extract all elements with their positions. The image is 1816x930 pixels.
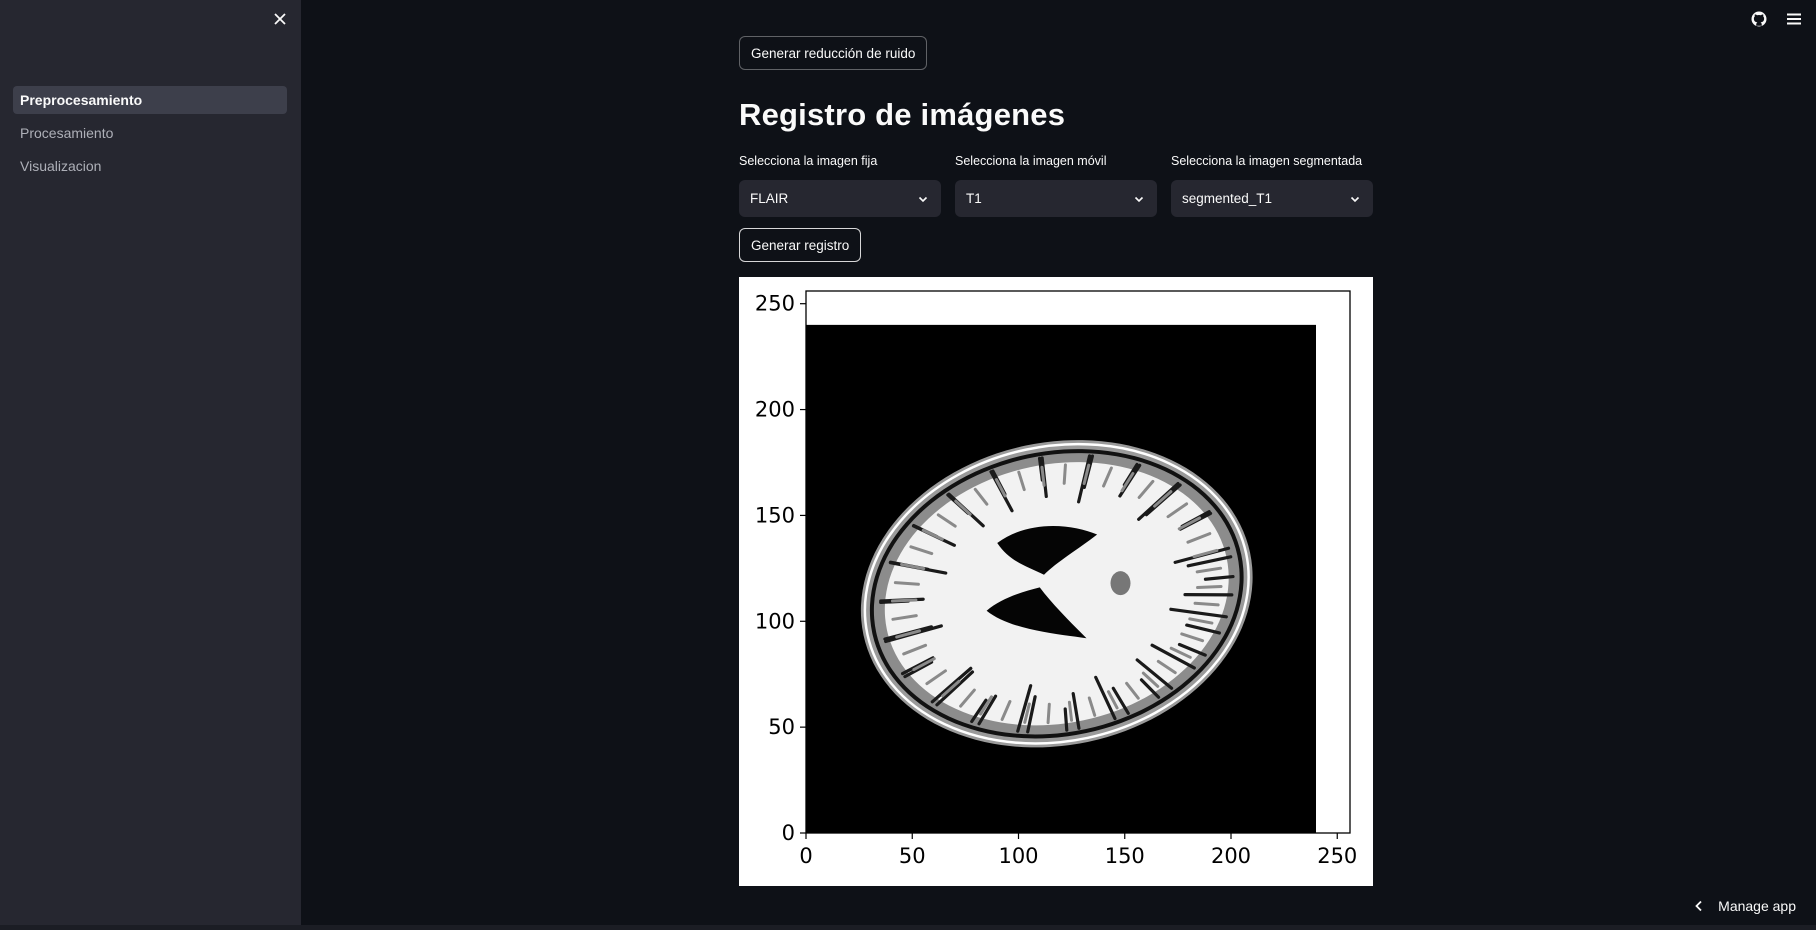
y-tick-label: 200 (755, 398, 795, 422)
y-tick-label: 50 (768, 715, 795, 739)
x-tick-label: 50 (899, 844, 926, 868)
sidebar-item-label: Visualizacion (20, 158, 102, 174)
hamburger-menu-icon[interactable] (1784, 9, 1804, 29)
segmented-image-select-label: Selecciona la imagen segmentada (1171, 154, 1363, 168)
chevron-down-icon (918, 196, 928, 202)
manage-app-button[interactable]: Manage app (1694, 898, 1796, 914)
moving-image-select-group: Selecciona la imagen móvil T1 (955, 154, 1157, 217)
bottom-bar (0, 925, 1816, 930)
sidebar-item-procesamiento[interactable]: Procesamiento (13, 119, 287, 147)
segmented-image-select-group: Selecciona la imagen segmentada segmente… (1171, 154, 1373, 217)
section-title: Registro de imágenes (739, 97, 1066, 132)
fixed-image-select-group: Selecciona la imagen fija FLAIR (739, 154, 941, 217)
generate-denoise-button[interactable]: Generar reducción de ruido (739, 36, 928, 70)
moving-image-select-value: T1 (966, 191, 982, 206)
fixed-image-select-label: Selecciona la imagen fija (739, 154, 878, 168)
registration-plot: 0 0 50 50 100 100 150 150 200 200 250 250 (739, 277, 1373, 886)
x-tick-label: 150 (1105, 844, 1145, 868)
chevron-down-icon (1350, 196, 1360, 202)
manage-app-label: Manage app (1718, 898, 1796, 914)
x-tick-label: 0 (799, 844, 812, 868)
generate-registration-button-label: Generar registro (751, 237, 850, 253)
registration-plot-svg: 00 50 50 100 100 150 150 200 200 250 250 (755, 290, 1357, 868)
y-tick-label: 100 (755, 609, 795, 633)
fixed-image-select-value: FLAIR (750, 191, 789, 206)
sidebar-item-preprocesamiento[interactable]: Preprocesamiento (13, 86, 287, 114)
generate-registration-button[interactable]: Generar registro (739, 228, 862, 262)
y-tick-label: 0 (782, 821, 795, 845)
fixed-image-select[interactable]: FLAIR (739, 180, 941, 217)
basal-ganglia (1110, 571, 1131, 596)
chevron-down-icon (1134, 196, 1144, 202)
sidebar-nav: Preprocesamiento Procesamiento Visualiza… (13, 86, 287, 185)
close-icon[interactable] (270, 9, 290, 29)
moving-image-select-label: Selecciona la imagen móvil (955, 154, 1107, 168)
segmented-image-select-value: segmented_T1 (1182, 191, 1273, 206)
x-tick-label: 200 (1211, 844, 1251, 868)
moving-image-select[interactable]: T1 (955, 180, 1157, 217)
x-tick-label: 250 (1317, 844, 1357, 868)
sidebar-item-label: Preprocesamiento (20, 92, 143, 108)
chevron-left-icon (1695, 900, 1702, 912)
x-tick-label: 100 (998, 844, 1038, 868)
generate-denoise-button-label: Generar reducción de ruido (751, 45, 916, 61)
segmented-image-select[interactable]: segmented_T1 (1171, 180, 1373, 217)
y-tick-label: 250 (755, 292, 795, 316)
sidebar: Preprocesamiento Procesamiento Visualiza… (0, 0, 301, 925)
y-tick-label: 150 (755, 503, 795, 527)
github-icon[interactable] (1749, 9, 1769, 29)
sidebar-item-label: Procesamiento (20, 125, 114, 141)
sidebar-item-visualizacion[interactable]: Visualizacion (13, 152, 287, 180)
